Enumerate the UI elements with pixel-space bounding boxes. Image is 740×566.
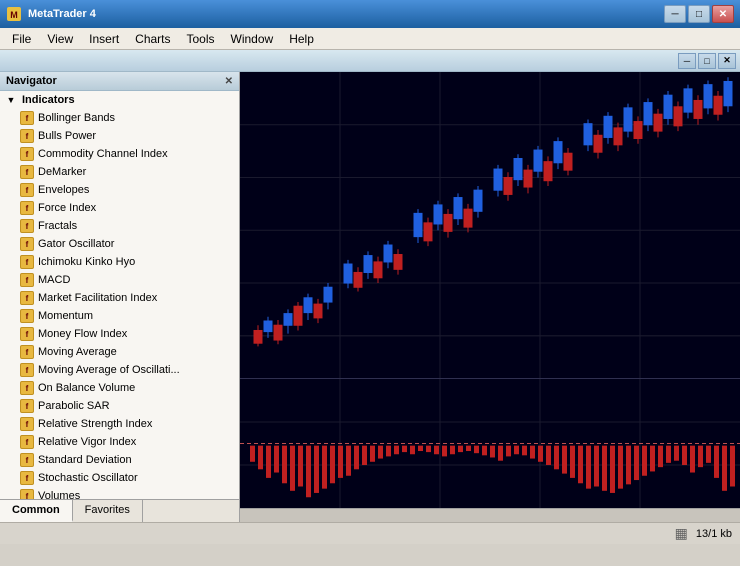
indicator-icon: f [20,327,34,341]
chart-indicator-panel[interactable] [240,378,740,508]
list-item[interactable]: f Relative Vigor Index [0,433,239,451]
menu-bar: File View Insert Charts Tools Window Hel… [0,28,740,50]
list-item[interactable]: f Bulls Power [0,127,239,145]
sub-close-button[interactable]: ✕ [718,53,736,69]
list-item[interactable]: f Moving Average [0,343,239,361]
indicator-icon: f [20,471,34,485]
sub-minimize-button[interactable]: ─ [678,53,696,69]
tab-favorites[interactable]: Favorites [73,500,143,522]
tab-common[interactable]: Common [0,500,73,522]
indicator-icon: f [20,129,34,143]
list-item[interactable]: f Gator Oscillator [0,235,239,253]
title-bar: M MetaTrader 4 ─ □ ✕ [0,0,740,28]
indicator-icon: f [20,435,34,449]
indicator-icon: f [20,309,34,323]
navigator-panel: Navigator ✕ ▼ Indicators f Bollinger Ban… [0,72,240,522]
list-item[interactable]: f Ichimoku Kinko Hyo [0,253,239,271]
list-item[interactable]: f DeMarker [0,163,239,181]
navigator-close-button[interactable]: ✕ [225,76,233,87]
svg-text:M: M [10,10,18,20]
window-controls[interactable]: ─ □ ✕ [664,5,734,23]
list-item[interactable]: f Money Flow Index [0,325,239,343]
status-bar: ▦ 13/1 kb [0,522,740,544]
sub-window-controls[interactable]: ─ □ ✕ [678,53,736,69]
list-item[interactable]: f Bollinger Bands [0,109,239,127]
minimize-button[interactable]: ─ [664,5,686,23]
list-item[interactable]: f Commodity Channel Index [0,145,239,163]
menu-file[interactable]: File [4,30,39,48]
navigator-list[interactable]: ▼ Indicators f Bollinger Bands f Bulls P… [0,91,239,499]
indicator-icon: f [20,201,34,215]
list-item[interactable]: f On Balance Volume [0,379,239,397]
indicator-icon: f [20,255,34,269]
list-item[interactable]: f Momentum [0,307,239,325]
list-item[interactable]: f Parabolic SAR [0,397,239,415]
main-area: Navigator ✕ ▼ Indicators f Bollinger Ban… [0,72,740,522]
list-item[interactable]: f Standard Deviation [0,451,239,469]
indicator-icon: f [20,147,34,161]
navigator-title: Navigator [6,75,57,87]
menu-view[interactable]: View [39,30,81,48]
indicator-icon: f [20,273,34,287]
list-item[interactable]: f Stochastic Oscillator [0,469,239,487]
list-item[interactable]: f Moving Average of Oscillati... [0,361,239,379]
list-item[interactable]: f Relative Strength Index [0,415,239,433]
indicator-icon: f [20,489,34,499]
list-item[interactable]: f Envelopes [0,181,239,199]
chart-area[interactable] [240,72,740,522]
app-icon: M [6,6,22,22]
chart-main[interactable] [240,72,740,378]
maximize-button[interactable]: □ [688,5,710,23]
indicator-icon: f [20,345,34,359]
indicator-icon: f [20,165,34,179]
close-button[interactable]: ✕ [712,5,734,23]
navigator-tabs: Common Favorites [0,499,239,522]
menu-window[interactable]: Window [223,30,282,48]
window-title: MetaTrader 4 [28,8,664,20]
indicator-icon: f [20,363,34,377]
indicator-icon: f [20,417,34,431]
navigator-header: Navigator ✕ [0,72,239,91]
indicator-icon: f [20,111,34,125]
indicator-icon: f [20,291,34,305]
menu-charts[interactable]: Charts [127,30,178,48]
list-item[interactable]: f Fractals [0,217,239,235]
sub-toolbar: ─ □ ✕ [0,50,740,72]
indicator-icon: f [20,183,34,197]
status-info: ▦ 13/1 kb [675,525,732,542]
horizontal-scrollbar[interactable] [240,508,740,522]
indicator-chart [240,379,740,508]
list-item[interactable]: f Force Index [0,199,239,217]
menu-insert[interactable]: Insert [81,30,127,48]
menu-help[interactable]: Help [281,30,322,48]
indicator-icon: f [20,453,34,467]
indicator-icon: f [20,237,34,251]
indicator-icon: f [20,219,34,233]
indicator-icon: f [20,399,34,413]
zoom-icon: ▦ [675,525,688,542]
indicators-section[interactable]: ▼ Indicators [0,91,239,109]
indicator-icon: f [20,381,34,395]
menu-tools[interactable]: Tools [179,30,223,48]
list-item[interactable]: f Market Facilitation Index [0,289,239,307]
status-text: 13/1 kb [696,528,732,540]
candlestick-chart[interactable] [240,72,740,378]
expand-icon: ▼ [4,93,18,107]
sub-maximize-button[interactable]: □ [698,53,716,69]
list-item[interactable]: f MACD [0,271,239,289]
list-item[interactable]: f Volumes [0,487,239,499]
